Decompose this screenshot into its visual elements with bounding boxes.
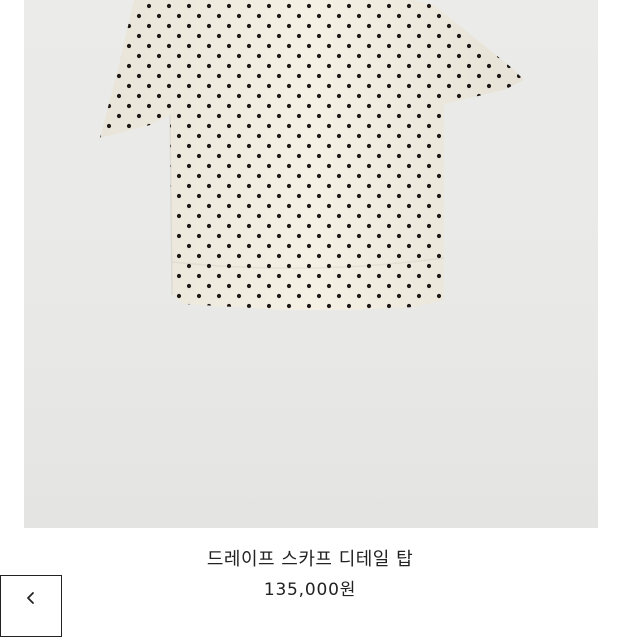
chevron-left-icon [27,592,34,604]
product-image[interactable] [24,0,598,528]
product-title[interactable]: 드레이프 스카프 디테일 탑 [0,548,620,572]
product-price: 135,000원 [263,580,357,600]
product-photo [100,0,524,310]
back-button[interactable] [0,575,62,637]
